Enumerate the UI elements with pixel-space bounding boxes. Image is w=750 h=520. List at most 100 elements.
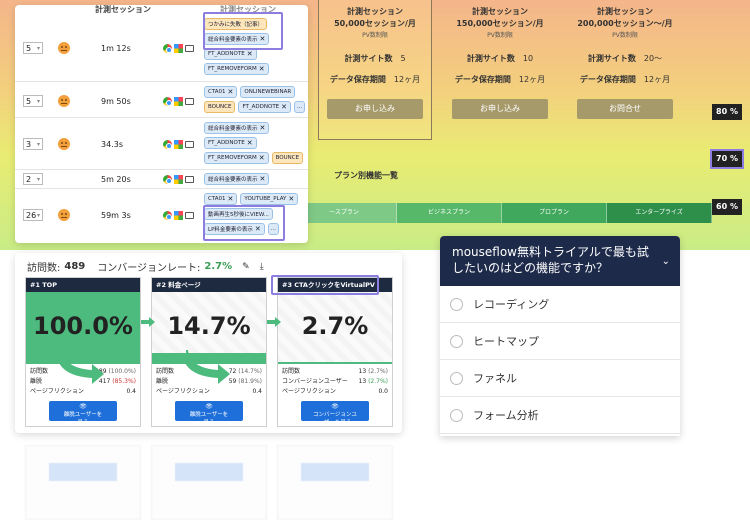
funnel-step-3: #3 CTAクリックをVirtualPV 2.7% 訪問数 13 (2.7%) コ… — [277, 277, 393, 427]
eye-icon: 👁 — [331, 403, 339, 410]
scroll-percent-70: 70 % — [710, 149, 744, 169]
more-tags-button[interactable]: ... — [294, 101, 306, 113]
highlight-box — [271, 275, 379, 295]
survey-question: mouseflow無料トライアルで最も試したいのはどの機能ですか？ ⌄ — [440, 236, 680, 286]
apply-button-1[interactable]: お申し込み — [327, 99, 423, 119]
tag-list: CTA01 ✕ ONLINEWEBINAR BOUNCE FT_ADDNOTE ✕ … — [204, 86, 306, 113]
tag[interactable]: CTA01 ✕ — [204, 86, 238, 98]
close-icon[interactable]: ✕ — [259, 154, 265, 162]
close-icon[interactable]: ✕ — [260, 124, 266, 132]
close-icon[interactable]: ✕ — [228, 195, 234, 203]
duration: 1m 12s — [101, 44, 131, 53]
tag[interactable]: 総合料金要素の表示 ✕ — [204, 122, 270, 134]
dropoff-arrow-icon — [186, 350, 230, 384]
tag[interactable]: CTA01 ✕ — [204, 193, 238, 205]
device-icons — [163, 211, 194, 220]
apply-button-2[interactable]: お申し込み — [452, 99, 548, 119]
page-count-select[interactable]: 2 — [23, 173, 43, 185]
plan-tab-3[interactable]: プロプラン — [502, 203, 607, 223]
duration: 5m 20s — [101, 175, 131, 184]
dropoff-arrow-icon — [60, 350, 104, 384]
scroll-percent-60: 60 % — [712, 199, 742, 215]
tag-list: 総合料金要素の表示 ✕ FT_ADDNOTE ✕ FT_REMOVEFORM ✕ BO… — [204, 122, 306, 164]
plan-tab-4[interactable]: エンタープライズ — [607, 203, 712, 223]
session-row[interactable]: 2 5m 20s 総合料金要素の表示✕ — [15, 170, 308, 189]
step-percent: 2.7% — [301, 312, 369, 340]
windows-icon — [174, 97, 183, 106]
tag[interactable]: BOUNCE — [204, 101, 236, 113]
view-converted-users-button[interactable]: 👁 コンバージョンユ ーザーを見る — [301, 401, 369, 426]
edit-icon[interactable]: ✎ — [242, 262, 250, 272]
radio-icon[interactable] — [450, 371, 463, 385]
session-list-card: 計測セッション 計測セッション 5 1m 12s つかみに失敗（記事） 総合料金… — [15, 5, 308, 243]
desktop-icon — [185, 45, 194, 52]
conversion-rate: 2.7% — [204, 261, 233, 272]
desktop-icon — [185, 176, 194, 183]
close-icon[interactable]: ✕ — [247, 50, 253, 58]
export-icon[interactable]: ⤓ — [260, 262, 264, 272]
survey-widget: mouseflow無料トライアルで最も試したいのはどの機能ですか？ ⌄ レコーデ… — [440, 236, 680, 436]
arrow-right-icon — [141, 317, 155, 327]
survey-option-form[interactable]: フォーム分析 — [440, 397, 680, 434]
device-icons — [163, 44, 194, 53]
funnel-card: 訪問数: 489 コンバージョンレート: 2.7% ✎ ⤓ #1 TOP 100… — [15, 253, 402, 433]
device-icons — [163, 175, 194, 184]
chrome-icon — [163, 97, 172, 106]
tag[interactable]: 総合料金要素の表示 ✕ — [204, 173, 270, 185]
close-icon[interactable]: ✕ — [260, 175, 266, 183]
duration: 9m 50s — [101, 97, 131, 106]
page-count-select[interactable]: 5 — [23, 42, 43, 54]
windows-icon — [174, 140, 183, 149]
tag[interactable]: FT_ADDNOTE ✕ — [238, 101, 292, 113]
eye-icon: 👁 — [205, 403, 213, 410]
duration: 34.3s — [101, 140, 123, 149]
close-icon[interactable]: ✕ — [288, 195, 294, 203]
desktop-icon — [185, 212, 194, 219]
face-icon — [58, 138, 70, 150]
radio-icon[interactable] — [450, 334, 463, 348]
tag[interactable]: YOUTUBE_PLAY ✕ — [240, 193, 299, 205]
radio-icon[interactable] — [450, 408, 463, 422]
page-count-select[interactable]: 26 — [23, 209, 43, 221]
survey-option-recording[interactable]: レコーディング — [440, 286, 680, 323]
page-count-select[interactable]: 5 — [23, 95, 43, 107]
eye-icon: 👁 — [79, 403, 87, 410]
plan-tab-2[interactable]: ビジネスプラン — [397, 203, 502, 223]
device-icons — [163, 140, 194, 149]
survey-option-heatmap[interactable]: ヒートマップ — [440, 323, 680, 360]
tag[interactable]: FT_REMOVEFORM ✕ — [204, 152, 269, 164]
tag[interactable]: BOUNCE — [271, 152, 304, 164]
session-row[interactable]: 5 9m 50s CTA01✕ ONLINEWEBINAR BOUNCE FT_… — [15, 82, 308, 118]
page-count-select[interactable]: 3 — [23, 138, 43, 150]
radio-icon[interactable] — [450, 297, 463, 311]
face-icon — [58, 42, 70, 54]
step-fill — [278, 361, 392, 364]
windows-icon — [174, 211, 183, 220]
step-title: #2 料金ページ — [152, 278, 266, 292]
tag[interactable]: FT_ADDNOTE ✕ — [204, 137, 257, 149]
highlight-box — [203, 205, 285, 241]
close-icon[interactable]: ✕ — [228, 88, 234, 96]
close-icon[interactable]: ✕ — [247, 139, 253, 147]
view-dropoff-users-button[interactable]: 👁 離脱ユーザーを 見る — [49, 401, 117, 426]
session-row[interactable]: 3 34.3s 総合料金要素の表示✕ FT_ADDNOTE✕ FT_REMOVE… — [15, 118, 308, 170]
view-dropoff-users-button[interactable]: 👁 離脱ユーザーを 見る — [175, 401, 243, 426]
chrome-icon — [163, 211, 172, 220]
survey-option-funnel[interactable]: ファネル — [440, 360, 680, 397]
visits-count: 489 — [64, 261, 86, 272]
close-icon[interactable]: ✕ — [281, 103, 287, 111]
plan-column-3: 計測セッション 200,000セッション〜/月 PV数制限 計測サイト数 20〜 … — [568, 0, 682, 140]
chrome-icon — [163, 44, 172, 53]
tag[interactable]: ONLINEWEBINAR — [240, 86, 296, 98]
close-icon[interactable]: ✕ — [259, 65, 265, 73]
chevron-down-icon[interactable]: ⌄ — [662, 254, 670, 270]
contact-button[interactable]: お問合せ — [577, 99, 673, 119]
device-icons — [163, 97, 194, 106]
arrow-right-icon — [267, 317, 281, 327]
step-percent: 14.7% — [167, 312, 251, 340]
funnel-header: 訪問数: 489 コンバージョンレート: 2.7% ✎ ⤓ — [27, 261, 264, 274]
highlight-box — [203, 12, 283, 50]
plan-list-title: プラン別機能一覧 — [334, 171, 398, 180]
tag[interactable]: FT_REMOVEFORM ✕ — [204, 63, 269, 75]
step-title: #1 TOP — [26, 278, 140, 292]
